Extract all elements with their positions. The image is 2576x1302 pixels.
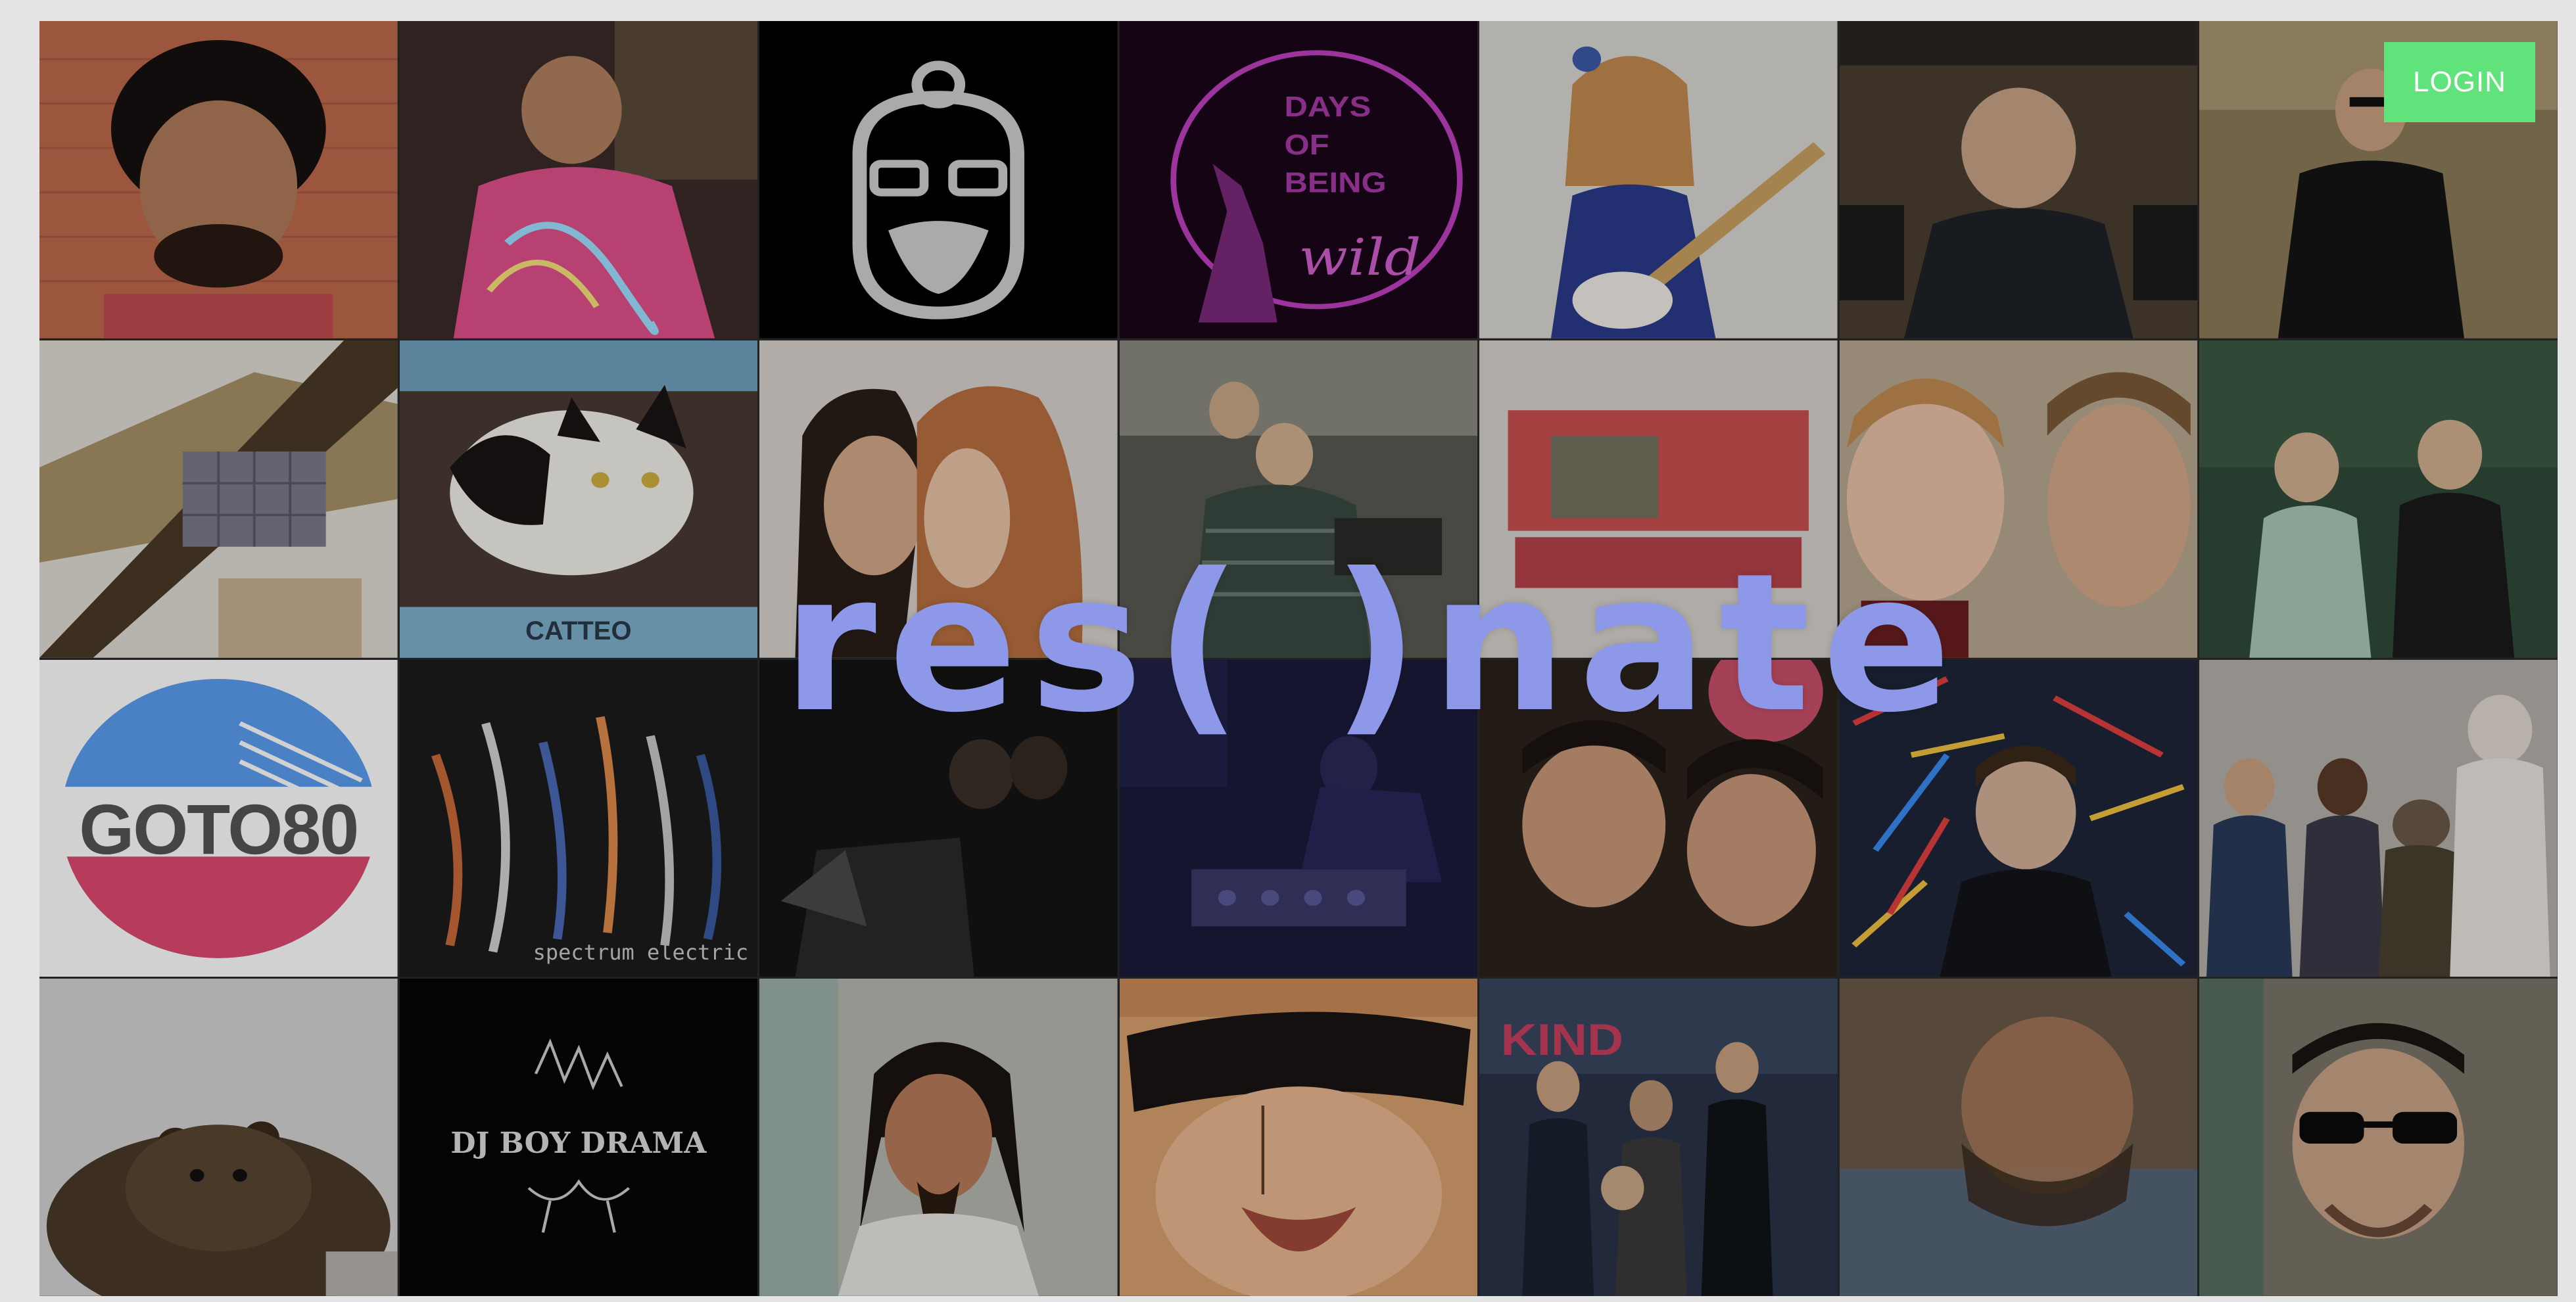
- tile-spectrum-electric[interactable]: spectrum electric: [399, 659, 758, 977]
- portrait-image: [1119, 979, 1478, 1296]
- tile-goto80-logo[interactable]: GOTO80: [39, 659, 398, 977]
- portrait-image: [759, 979, 1118, 1296]
- cat-image: [399, 340, 758, 658]
- portrait-image: [399, 21, 758, 338]
- tile-duo-in-forest[interactable]: [2199, 340, 2558, 658]
- tile-blindfolded-face[interactable]: [1119, 979, 1478, 1296]
- portrait-image: [2199, 340, 2558, 658]
- svg-text:OF: OF: [1284, 128, 1329, 160]
- tile-man-with-dreadlocks[interactable]: [759, 979, 1118, 1296]
- tile-hipster-logo[interactable]: [759, 21, 1118, 338]
- tile-artist-pink-shirt[interactable]: [399, 21, 758, 338]
- tile-catteo-cat[interactable]: CATTEO: [399, 340, 758, 658]
- portrait-image: [1479, 21, 1838, 338]
- dj-boy-drama-logo-text: DJ BOY DRAMA: [450, 1127, 707, 1161]
- tile-days-of-being-wild[interactable]: DAYS OF BEING wild: [1119, 21, 1478, 338]
- tile-bear-cub[interactable]: [39, 979, 398, 1296]
- tile-man-in-sunglasses[interactable]: [2199, 979, 2558, 1296]
- login-button[interactable]: LOGIN: [2384, 42, 2535, 122]
- bear-cub-image: [39, 979, 398, 1296]
- svg-text:wild: wild: [1299, 229, 1421, 287]
- svg-text:KIND: KIND: [1501, 1015, 1623, 1065]
- hipster-logo-icon: [759, 21, 1118, 338]
- collage-image: [39, 340, 398, 658]
- svg-text:BEING: BEING: [1284, 166, 1386, 198]
- portrait-image: [2199, 979, 2558, 1296]
- tile-artist-portrait-curly-hair[interactable]: [39, 21, 398, 338]
- band-image: KIND: [1479, 979, 1838, 1296]
- tile-studio-portrait[interactable]: [1839, 21, 2198, 338]
- spectrum-electric-caption: spectrum electric: [533, 940, 749, 965]
- group-image: [2199, 659, 2558, 977]
- portrait-image: [1839, 979, 2198, 1296]
- goto80-logo-text: GOTO80: [79, 789, 359, 869]
- tile-blurry-man[interactable]: [1839, 979, 2198, 1296]
- page-frame: DAYS OF BEING wild CATTEO GOTO80 spectru…: [0, 0, 2576, 1302]
- svg-text:DAYS: DAYS: [1284, 90, 1371, 122]
- resonate-logo: res( )nate: [782, 533, 1963, 755]
- tile-group-of-four[interactable]: [2199, 659, 2558, 977]
- portrait-image: [39, 21, 398, 338]
- tile-band-group[interactable]: KIND: [1479, 979, 1838, 1296]
- album-art: [399, 659, 758, 977]
- portrait-image: [1839, 21, 2198, 338]
- catteo-caption: CATTEO: [525, 616, 632, 645]
- tile-abstract-building-collage[interactable]: [39, 340, 398, 658]
- tile-dj-boy-drama[interactable]: DJ BOY DRAMA: [399, 979, 758, 1296]
- tile-woman-with-guitar[interactable]: [1479, 21, 1838, 338]
- neon-wolf-image: DAYS OF BEING wild: [1119, 21, 1478, 338]
